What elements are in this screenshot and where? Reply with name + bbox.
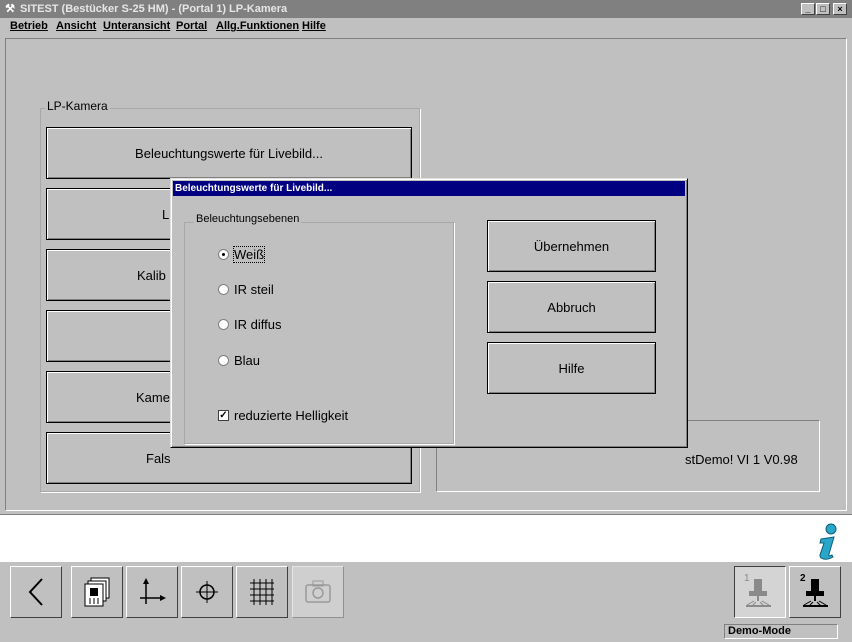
radio-option-weiss[interactable]: Weiß xyxy=(218,246,308,264)
radio-label-blau: Blau xyxy=(234,353,261,368)
lp-kamera-group-label: LP-Kamera xyxy=(45,99,110,113)
radio-option-blau[interactable]: Blau xyxy=(218,352,308,370)
radio-option-ir-steil[interactable]: IR steil xyxy=(218,281,308,299)
radio-label-ir-steil: IR steil xyxy=(234,282,274,297)
window-title-bar[interactable]: ⚒ SITEST (Bestücker S-25 HM) - (Portal 1… xyxy=(0,0,852,18)
cancel-button[interactable]: Abbruch xyxy=(487,281,656,333)
maximize-button[interactable]: □ xyxy=(816,3,830,15)
menu-bar: Betrieb Ansicht Unteransicht Portal Allg… xyxy=(0,18,852,36)
reduced-brightness-checkbox[interactable]: ✓ xyxy=(218,410,229,421)
lighting-dialog: Beleuchtungswerte für Livebild... Beleuc… xyxy=(170,178,688,448)
dialog-title-bar[interactable]: Beleuchtungswerte für Livebild... xyxy=(173,181,685,196)
apply-button[interactable]: Übernehmen xyxy=(487,220,656,272)
portal-2-label: 2 xyxy=(800,573,806,584)
portal-2-button[interactable]: 2 xyxy=(789,566,841,618)
component-stack-icon xyxy=(84,577,110,607)
menu-allg-funktionen[interactable]: Allg.Funktionen xyxy=(216,20,299,32)
reduced-brightness-option[interactable]: ✓ reduzierte Helligkeit xyxy=(218,407,408,425)
message-bar xyxy=(0,514,852,562)
crosshair-icon xyxy=(196,581,218,603)
radio-button-weiss[interactable] xyxy=(218,249,229,260)
back-button[interactable] xyxy=(10,566,62,618)
menu-betrieb[interactable]: Betrieb xyxy=(10,20,48,32)
menu-portal[interactable]: Portal xyxy=(176,20,207,32)
axes-button[interactable] xyxy=(126,566,178,618)
menu-hilfe[interactable]: Hilfe xyxy=(302,20,326,32)
demo-mode-status: Demo-Mode xyxy=(724,624,838,639)
portal-1-button[interactable]: 1 xyxy=(734,566,786,618)
grid-icon xyxy=(250,579,274,605)
center-button[interactable] xyxy=(181,566,233,618)
reduced-brightness-label: reduzierte Helligkeit xyxy=(234,408,349,423)
radio-button-blau[interactable] xyxy=(218,355,229,366)
help-button[interactable]: Hilfe xyxy=(487,342,656,394)
lighting-values-button[interactable]: Beleuchtungswerte für Livebild... xyxy=(46,127,412,179)
portal-1-label: 1 xyxy=(744,573,750,584)
radio-label-weiss: Weiß xyxy=(232,246,266,263)
radio-option-ir-diffus[interactable]: IR diffus xyxy=(218,316,308,334)
camera-button[interactable] xyxy=(292,566,344,618)
radio-label-ir-diffus: IR diffus xyxy=(234,317,282,332)
components-button[interactable] xyxy=(71,566,123,618)
close-button[interactable]: × xyxy=(833,3,847,15)
menu-unteransicht[interactable]: Unteransicht xyxy=(103,20,170,32)
info-icon[interactable] xyxy=(812,523,842,561)
app-icon[interactable]: ⚒ xyxy=(3,2,17,16)
radio-button-ir-diffus[interactable] xyxy=(218,319,229,330)
window-title: SITEST (Bestücker S-25 HM) - (Portal 1) … xyxy=(20,3,288,15)
version-text: stDemo! VI 1 V0.98 xyxy=(685,452,798,467)
lighting-levels-label: Beleuchtungsebenen xyxy=(194,213,302,225)
grid-button[interactable] xyxy=(236,566,288,618)
menu-ansicht[interactable]: Ansicht xyxy=(56,20,96,32)
xy-axes-icon xyxy=(140,578,166,604)
minimize-button[interactable]: _ xyxy=(801,3,815,15)
back-arrow-icon xyxy=(28,578,43,606)
camera-icon xyxy=(305,580,331,603)
radio-button-ir-steil[interactable] xyxy=(218,284,229,295)
